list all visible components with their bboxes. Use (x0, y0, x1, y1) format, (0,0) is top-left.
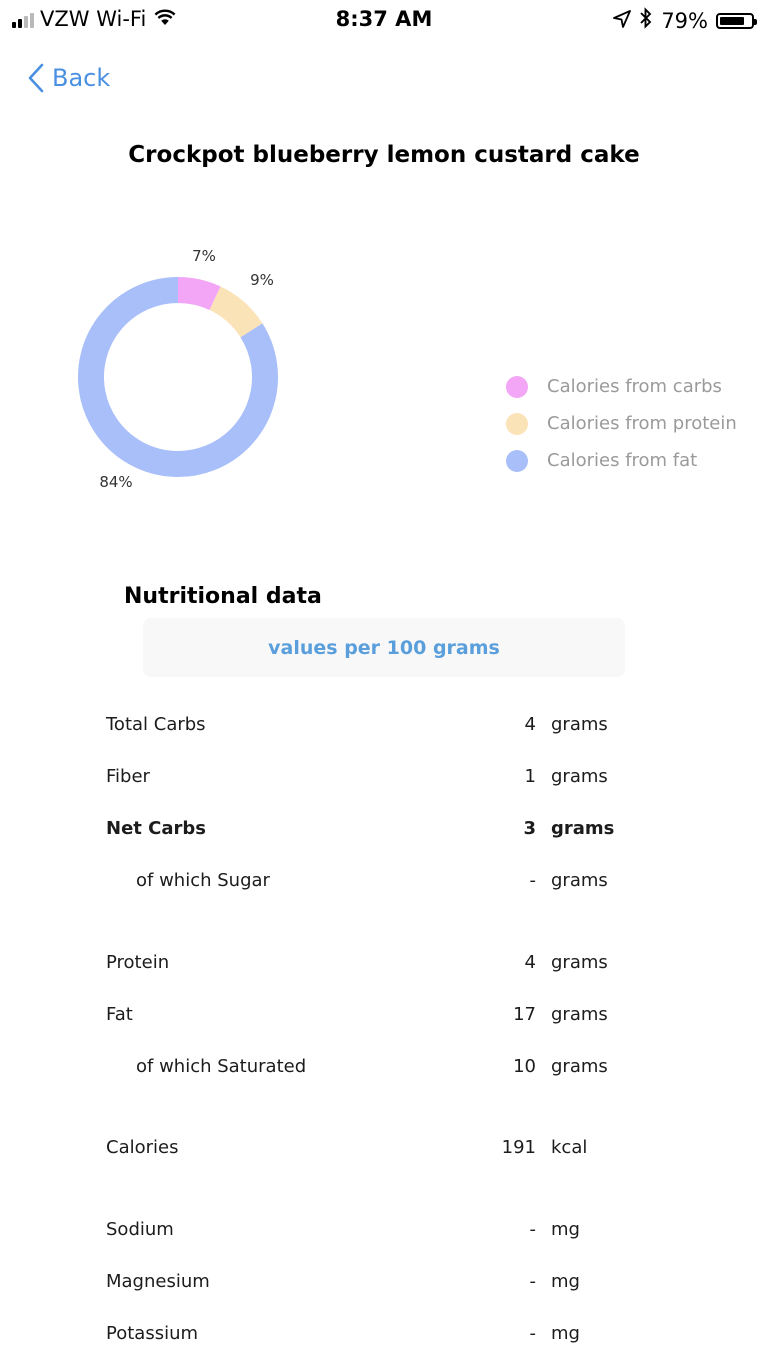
slice-label: 7% (192, 247, 216, 265)
legend-item: Calories from protein (506, 405, 737, 442)
nutrient-value: 191 (501, 1137, 536, 1158)
nutrient-unit: grams (551, 870, 608, 891)
nutrient-label: Calories (106, 1137, 179, 1158)
macro-chart: 7% 9% 84% Calories from carbs Calories from… (0, 230, 768, 520)
battery-level-fill (720, 16, 744, 25)
nutrient-unit: grams (551, 766, 608, 787)
nutrient-label: Fat (106, 1004, 133, 1025)
nutrient-value: 4 (524, 952, 536, 973)
nutrient-label: Sodium (106, 1219, 174, 1240)
legend-swatch (506, 375, 528, 398)
slice-label: 9% (250, 271, 274, 289)
nutrient-label: of which Sugar (136, 870, 270, 891)
legend-label: Calories from protein (547, 413, 737, 434)
nutrient-value: - (529, 1323, 537, 1344)
nutrition-row: of which Saturated 10 grams (0, 1042, 768, 1094)
nutrient-unit: mg (551, 1323, 580, 1344)
status-right: 79% (613, 7, 757, 34)
nutrient-value: 4 (524, 714, 536, 735)
nutrient-label: Potassium (106, 1323, 199, 1344)
legend-item: Calories from fat (506, 442, 737, 479)
location-arrow-icon (613, 9, 632, 33)
nutrition-row: Net Carbs 3 grams (0, 804, 768, 856)
nutrient-unit: kcal (551, 1137, 588, 1158)
nutrition-row: of which Sugar - grams (0, 856, 768, 908)
nutrient-label: Total Carbs (106, 714, 206, 735)
nutrient-value: - (529, 870, 537, 891)
nutrient-value: - (529, 1271, 537, 1292)
pie-slice (209, 286, 263, 338)
nutrition-row: Fat 17 grams (0, 990, 768, 1042)
nutrition-row: Magnesium - mg (0, 1257, 768, 1309)
nutrient-value: 3 (523, 818, 536, 839)
chevron-left-icon (28, 63, 44, 93)
nutrition-row: Protein 4 grams (0, 938, 768, 990)
nutrition-row: Fiber 1 grams (0, 752, 768, 804)
donut-chart: 7% 9% 84% (78, 247, 278, 491)
pie-slice (177, 277, 221, 311)
nutrient-label: of which Saturated (136, 1056, 307, 1077)
nutrient-unit: mg (551, 1271, 580, 1292)
nutrient-label: Fiber (106, 766, 150, 787)
nutrient-unit: grams (551, 952, 608, 973)
per-100g-toggle[interactable]: values per 100 grams (143, 618, 625, 677)
legend-swatch (506, 449, 528, 472)
nutrient-unit: grams (551, 714, 608, 735)
nutrient-label: Magnesium (106, 1271, 210, 1292)
slice-label: 84% (99, 473, 132, 491)
status-bar: VZW Wi-Fi 8:37 AM 79% (0, 0, 768, 40)
nutrition-row: Sodium - mg (0, 1205, 768, 1257)
nutrient-unit: grams (551, 1004, 608, 1025)
nutrient-unit: grams (551, 1056, 608, 1077)
nutrient-unit: grams (551, 818, 615, 839)
bluetooth-icon (639, 7, 653, 34)
nutrient-value: 17 (513, 1004, 536, 1025)
legend-label: Calories from fat (547, 450, 698, 471)
nutrition-row: Total Carbs 4 grams (0, 700, 768, 752)
nutrient-value: - (529, 1219, 537, 1240)
nutrient-unit: mg (551, 1219, 580, 1240)
back-button[interactable]: Back (28, 60, 110, 96)
nutrition-row: Calories 191 kcal (0, 1123, 768, 1175)
back-label: Back (52, 64, 111, 92)
nutrient-value: 1 (524, 766, 536, 787)
nutrient-value: 10 (513, 1056, 536, 1077)
legend-swatch (506, 412, 528, 435)
page-title: Crockpot blueberry lemon custard cake (128, 142, 640, 168)
section-title: Nutritional data (124, 584, 322, 609)
per-100g-label: values per 100 grams (268, 636, 500, 659)
chart-legend: Calories from carbs Calories from protein… (506, 368, 737, 479)
battery-percent: 79% (661, 8, 708, 33)
nutrient-label: Net Carbs (106, 818, 206, 839)
legend-item: Calories from carbs (506, 368, 737, 405)
nutrition-row: Potassium - mg (0, 1309, 768, 1361)
legend-label: Calories from carbs (547, 376, 722, 397)
nutrient-label: Protein (106, 952, 170, 973)
battery-icon (716, 12, 757, 29)
